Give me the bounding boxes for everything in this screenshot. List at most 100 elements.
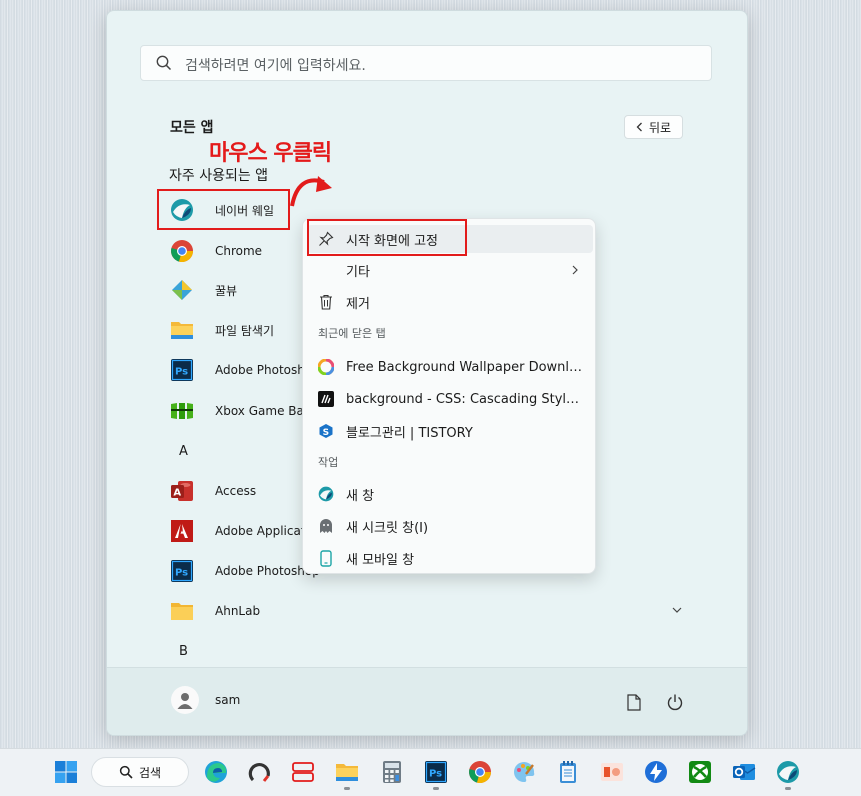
- menu-item-label: 제거: [346, 296, 370, 312]
- wallpaper-site-icon: [317, 358, 335, 376]
- menu-item-label: background - CSS: Cascading Style Sheets…: [346, 391, 586, 407]
- app-label: 파일 탐색기: [215, 323, 275, 338]
- chrome-icon: [170, 239, 194, 263]
- folder-icon: [170, 599, 194, 623]
- search-icon: [156, 55, 172, 71]
- task-new-secret-window[interactable]: 새 시크릿 창(I): [307, 512, 593, 540]
- highlight-box-whale: [157, 189, 290, 230]
- taskbar-app-notepad[interactable]: [555, 759, 581, 785]
- taskbar-app-file-explorer[interactable]: [334, 759, 360, 785]
- paint-palette-icon: [514, 761, 535, 782]
- svg-text:Ps: Ps: [175, 367, 188, 378]
- task-new-mobile-window[interactable]: 새 모바일 창: [307, 544, 593, 572]
- back-button[interactable]: 뒤로: [624, 115, 683, 139]
- taskbar-app-calculator[interactable]: [379, 759, 405, 785]
- taskbar-search-label: 검색: [138, 765, 162, 780]
- recent-tab-item[interactable]: background - CSS: Cascading Style Sheets…: [307, 385, 593, 413]
- photoshop-icon: Ps: [170, 358, 194, 382]
- start-footer: sam: [107, 667, 747, 735]
- menu-item-label: 새 창: [346, 488, 375, 504]
- blank-icon: [317, 261, 335, 279]
- search-placeholder: 검색하려면 여기에 입력하세요.: [185, 58, 366, 74]
- chrome-icon: [469, 761, 491, 784]
- taskbar-app-3[interactable]: [290, 759, 316, 785]
- whale-icon: [317, 485, 335, 503]
- chevron-down-icon[interactable]: [670, 603, 684, 617]
- search-icon: [119, 765, 133, 779]
- taskbar-app-edge[interactable]: [203, 759, 229, 785]
- running-indicator: [344, 787, 350, 790]
- user-icon: [177, 693, 193, 709]
- taskbar-app-7[interactable]: [643, 759, 669, 785]
- taskbar-app-whale[interactable]: [775, 759, 801, 785]
- menu-item-label: Free Background Wallpaper Downloads: [346, 359, 586, 375]
- xbox-icon: [689, 761, 711, 783]
- highlight-box-pin: [307, 219, 467, 256]
- folder-icon: [336, 764, 358, 781]
- user-account[interactable]: sam: [171, 686, 240, 714]
- snap-layout-icon: [292, 762, 314, 782]
- app-item-chrome[interactable]: Chrome: [170, 237, 262, 265]
- menu-item-label: 기타: [346, 264, 370, 280]
- context-menu: 시작 화면에 고정 기타 제거 최근에 닫은 탭 Free Background…: [302, 218, 596, 574]
- xbox-game-bar-icon: [170, 399, 194, 423]
- task-new-window[interactable]: 새 창: [307, 480, 593, 508]
- search-box[interactable]: 검색하려면 여기에 입력하세요.: [140, 45, 712, 81]
- photoshop-icon: Ps: [170, 559, 194, 583]
- app-folder-ahnlab[interactable]: AhnLab: [170, 597, 260, 625]
- tistory-icon: S: [317, 422, 335, 440]
- app-label: 꿀뷰: [215, 283, 238, 298]
- all-apps-title: 모든 앱: [170, 120, 214, 136]
- app-item-access[interactable]: A Access: [170, 477, 256, 505]
- app-label: AhnLab: [215, 604, 261, 618]
- taskbar-app-6[interactable]: [599, 759, 625, 785]
- recent-tab-item[interactable]: Free Background Wallpaper Downloads: [307, 353, 593, 381]
- taskbar-search[interactable]: 검색: [91, 757, 189, 787]
- app-item-file-explorer[interactable]: 파일 탐색기: [170, 316, 274, 344]
- document-icon[interactable]: [627, 694, 641, 711]
- windows-start-button[interactable]: [53, 759, 79, 785]
- annotation-right-click: 마우스 우클릭: [209, 141, 332, 166]
- ring-app-icon: [248, 763, 270, 782]
- svg-text:Ps: Ps: [429, 769, 442, 780]
- notepad-icon: [560, 761, 576, 783]
- app-item-photoshop[interactable]: Ps Adobe Photoshop: [170, 356, 320, 384]
- mdn-icon: [317, 390, 335, 408]
- taskbar-app-xbox[interactable]: [687, 759, 713, 785]
- menu-item-label: 블로그관리 | TISTORY: [346, 425, 473, 441]
- photoshop-icon: Ps: [425, 761, 447, 783]
- annotation-arrow: [290, 176, 332, 207]
- taskbar-app-photoshop[interactable]: Ps: [423, 759, 449, 785]
- taskbar-app-outlook[interactable]: [731, 759, 757, 785]
- app-item-xbox-game-bar[interactable]: Xbox Game Bar: [170, 397, 309, 425]
- menu-item-more[interactable]: 기타: [307, 256, 593, 284]
- running-indicator: [433, 787, 439, 790]
- access-icon: A: [170, 479, 194, 503]
- calculator-icon: [383, 761, 401, 783]
- adobe-icon: [170, 519, 194, 543]
- folder-icon: [170, 318, 194, 342]
- letter-header-a[interactable]: A: [179, 444, 188, 459]
- chevron-right-icon: [572, 265, 578, 275]
- trash-icon: [317, 293, 335, 311]
- taskbar: 검색 Ps: [0, 748, 861, 796]
- menu-item-label: 새 모바일 창: [346, 552, 415, 568]
- presentation-app-icon: [601, 763, 623, 781]
- menu-item-label: 새 시크릿 창(I): [346, 520, 429, 536]
- edge-icon: [205, 761, 227, 783]
- menu-item-remove[interactable]: 제거: [307, 288, 593, 316]
- svg-text:Ps: Ps: [175, 568, 188, 579]
- app-item-photoshop-2[interactable]: Ps Adobe Photoshop: [170, 557, 320, 585]
- taskbar-app-chrome[interactable]: [467, 759, 493, 785]
- app-label: Chrome: [215, 244, 263, 258]
- whale-icon: [777, 761, 799, 783]
- outlook-icon: [733, 764, 756, 780]
- letter-header-b[interactable]: B: [179, 644, 188, 659]
- app-label: Access: [215, 484, 257, 498]
- power-icon[interactable]: [666, 693, 684, 711]
- recent-tab-item[interactable]: S 블로그관리 | TISTORY: [307, 417, 593, 445]
- running-indicator: [785, 787, 791, 790]
- taskbar-app-paint[interactable]: [511, 759, 537, 785]
- taskbar-app-2[interactable]: [247, 759, 273, 785]
- app-item-honeyview[interactable]: 꿀뷰: [170, 276, 237, 304]
